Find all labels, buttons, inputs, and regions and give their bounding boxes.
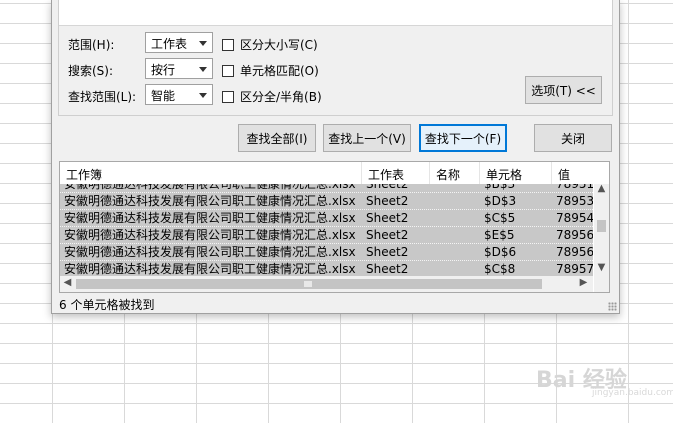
find-previous-button[interactable]: 查找上一个(V) bbox=[323, 124, 411, 152]
vertical-scrollbar[interactable]: ▲ ▼ bbox=[594, 183, 609, 277]
value-cell: 78954 bbox=[556, 211, 593, 225]
watermark-subtext: jingyan.baidu.com bbox=[592, 388, 673, 398]
resize-grip-icon[interactable] bbox=[608, 302, 617, 311]
address-cell: $D$6 bbox=[484, 245, 517, 259]
column-header-name[interactable]: 名称 bbox=[430, 162, 480, 184]
results-list[interactable]: 安徽明德通达科技发展有限公司职工健康情况汇总.xlsx Sheet2 $B$3 … bbox=[59, 161, 610, 293]
sheet-cell: Sheet2 bbox=[366, 211, 409, 225]
table-row[interactable]: 安徽明德通达科技发展有限公司职工健康情况汇总.xlsx Sheet2 $E$5 … bbox=[60, 227, 593, 244]
find-dialog: 范围(H): 工作表 搜索(S): 按行 查找范围(L): 智能 区分大小写(C… bbox=[51, 0, 620, 314]
close-button[interactable]: 关闭 bbox=[534, 124, 612, 152]
value-cell: 78956 bbox=[556, 245, 593, 259]
search-label: 搜索(S): bbox=[68, 64, 114, 78]
name-cell bbox=[430, 244, 480, 261]
chevron-down-icon bbox=[199, 41, 207, 46]
status-text: 6 个单元格被找到 bbox=[59, 298, 155, 312]
match-width-checkbox[interactable]: 区分全/半角(B) bbox=[222, 88, 322, 105]
column-header-cell[interactable]: 单元格 bbox=[480, 162, 552, 184]
match-case-label: 区分大小写(C) bbox=[240, 38, 318, 52]
checkbox-box[interactable] bbox=[222, 64, 234, 77]
scroll-up-icon[interactable]: ▲ bbox=[594, 183, 609, 194]
scroll-left-icon[interactable]: ◀ bbox=[60, 277, 75, 288]
match-entire-label: 单元格匹配(O) bbox=[240, 64, 319, 78]
workbook-cell: 安徽明德通达科技发展有限公司职工健康情况汇总.xlsx bbox=[64, 245, 356, 259]
find-all-button[interactable]: 查找全部(I) bbox=[238, 124, 316, 152]
search-value: 按行 bbox=[151, 63, 176, 77]
name-cell bbox=[430, 193, 480, 210]
vertical-scroll-thumb[interactable] bbox=[597, 220, 606, 232]
scroll-right-icon[interactable]: ▶ bbox=[576, 277, 591, 288]
scroll-corner bbox=[594, 276, 609, 292]
column-header-sheet[interactable]: 工作表 bbox=[362, 162, 430, 184]
search-select[interactable]: 按行 bbox=[145, 58, 213, 79]
workbook-cell: 安徽明德通达科技发展有限公司职工健康情况汇总.xlsx bbox=[64, 211, 356, 225]
scope-value: 工作表 bbox=[151, 37, 188, 51]
match-width-label: 区分全/半角(B) bbox=[240, 90, 322, 104]
find-next-button[interactable]: 查找下一个(F) bbox=[419, 124, 507, 152]
table-row[interactable]: 安徽明德通达科技发展有限公司职工健康情况汇总.xlsx Sheet2 $D$3 … bbox=[60, 193, 593, 210]
scope-label: 范围(H): bbox=[68, 38, 115, 52]
chevron-down-icon bbox=[199, 93, 207, 98]
find-input-area[interactable] bbox=[59, 0, 612, 26]
name-cell bbox=[430, 210, 480, 227]
sheet-cell: Sheet2 bbox=[366, 228, 409, 242]
scope-select[interactable]: 工作表 bbox=[145, 32, 213, 53]
table-row[interactable]: 安徽明德通达科技发展有限公司职工健康情况汇总.xlsx Sheet2 $D$6 … bbox=[60, 244, 593, 261]
options-toggle-button[interactable]: 选项(T) << bbox=[525, 76, 602, 104]
baidu-watermark: Bai 经验 jingyan.baidu.com bbox=[512, 360, 673, 398]
lookin-value: 智能 bbox=[151, 89, 176, 103]
horizontal-scrollbar[interactable]: ◀ ▶ bbox=[60, 276, 593, 292]
name-cell bbox=[430, 227, 480, 244]
scroll-down-icon[interactable]: ▼ bbox=[594, 262, 609, 273]
match-entire-checkbox[interactable]: 单元格匹配(O) bbox=[222, 62, 319, 79]
table-row[interactable]: 安徽明德通达科技发展有限公司职工健康情况汇总.xlsx Sheet2 $C$5 … bbox=[60, 210, 593, 227]
column-header-workbook[interactable]: 工作簿 bbox=[60, 162, 362, 184]
sheet-cell: Sheet2 bbox=[366, 245, 409, 259]
address-cell: $C$5 bbox=[484, 211, 516, 225]
workbook-cell: 安徽明德通达科技发展有限公司职工健康情况汇总.xlsx bbox=[64, 228, 356, 242]
grip-icon bbox=[304, 281, 312, 287]
results-header: 工作簿 工作表 名称 单元格 值 bbox=[60, 162, 593, 184]
match-case-checkbox[interactable]: 区分大小写(C) bbox=[222, 36, 318, 53]
address-cell: $D$3 bbox=[484, 194, 517, 208]
value-cell: 78956 bbox=[556, 228, 593, 242]
value-cell: 78953 bbox=[556, 194, 593, 208]
address-cell: $E$5 bbox=[484, 228, 515, 242]
sheet-cell: Sheet2 bbox=[366, 194, 409, 208]
lookin-label: 查找范围(L): bbox=[68, 90, 137, 104]
workbook-cell: 安徽明德通达科技发展有限公司职工健康情况汇总.xlsx bbox=[64, 194, 356, 208]
checkbox-box[interactable] bbox=[222, 38, 234, 51]
lookin-select[interactable]: 智能 bbox=[145, 84, 213, 105]
options-panel: 范围(H): 工作表 搜索(S): 按行 查找范围(L): 智能 区分大小写(C… bbox=[58, 0, 613, 116]
column-header-value[interactable]: 值 bbox=[552, 162, 593, 184]
checkbox-box[interactable] bbox=[222, 90, 234, 103]
chevron-down-icon bbox=[199, 67, 207, 72]
horizontal-scroll-thumb[interactable] bbox=[76, 279, 542, 289]
